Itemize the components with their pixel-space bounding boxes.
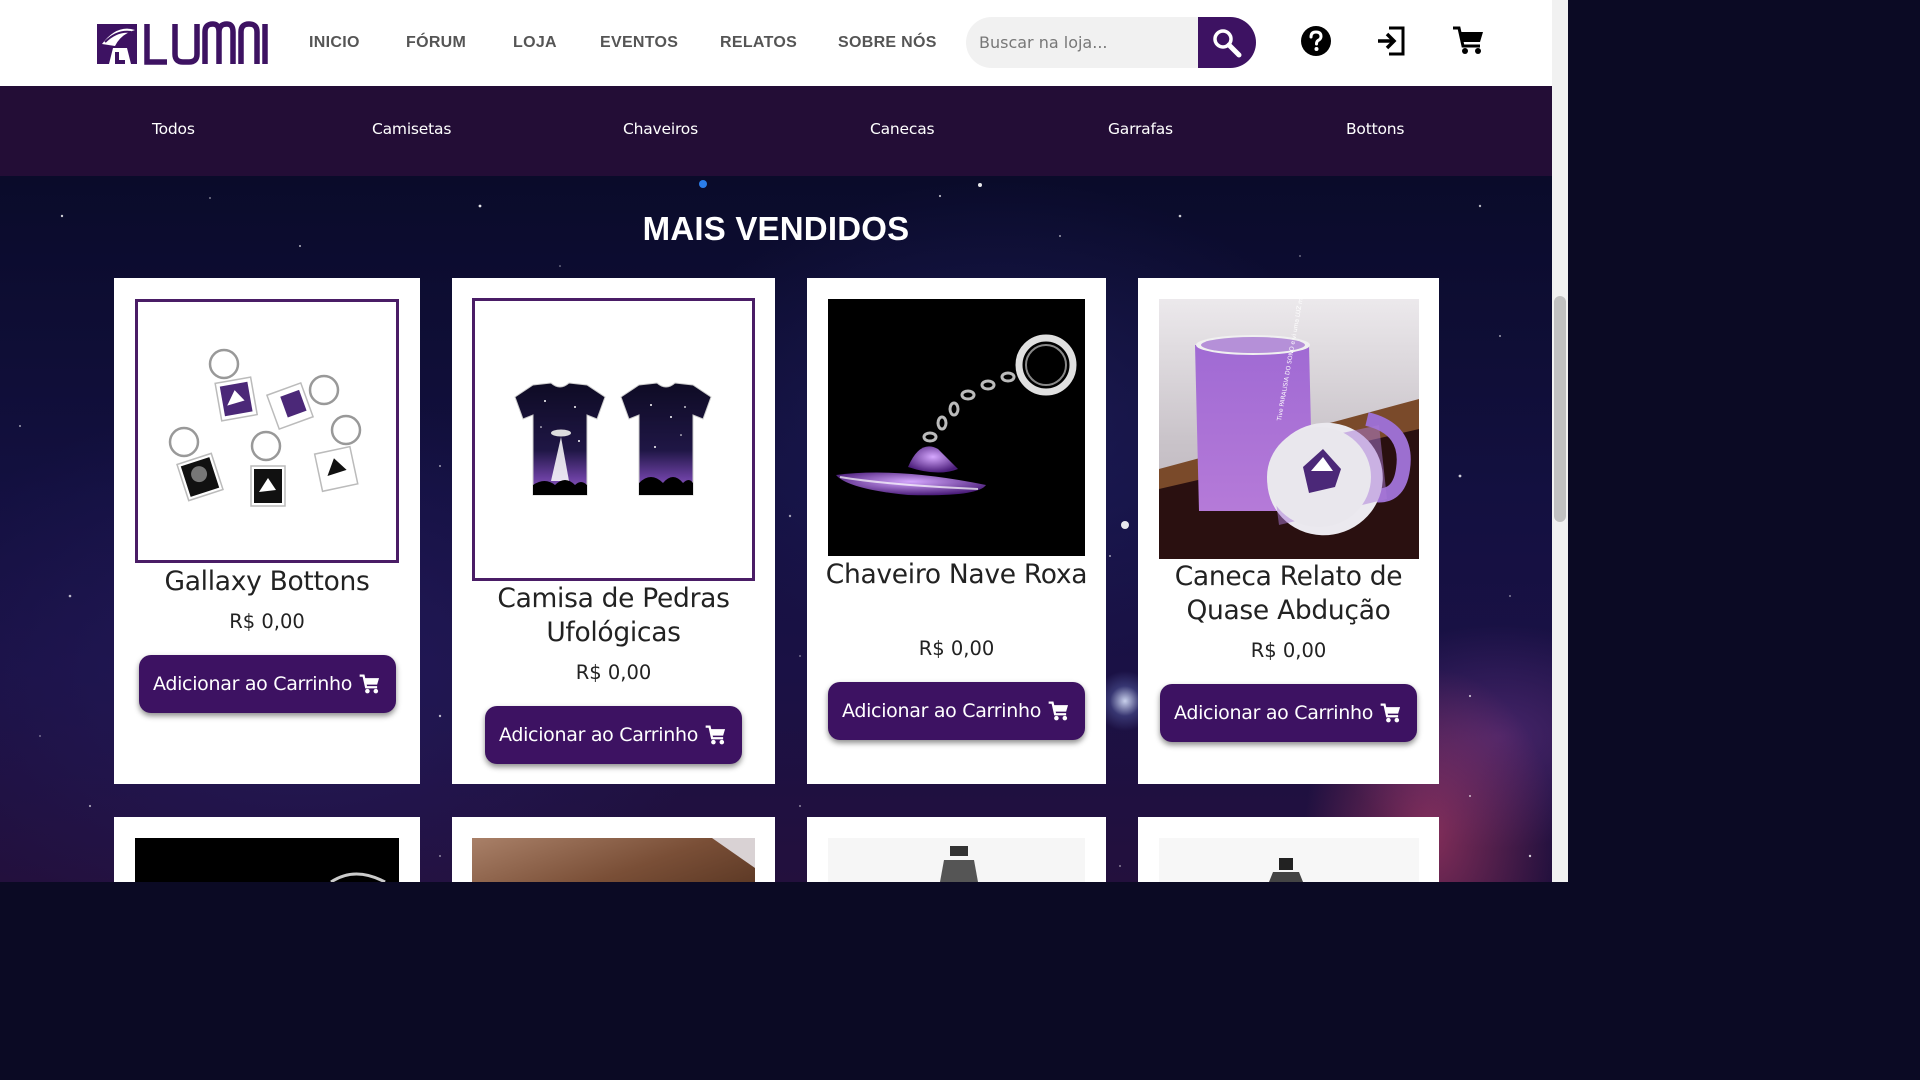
- top-navbar: INICIO FÓRUM LOJA EVENTOS RELATOS SOBRE …: [0, 0, 1552, 86]
- product-image[interactable]: [472, 298, 755, 581]
- search-button[interactable]: [1198, 17, 1256, 68]
- add-to-cart-button[interactable]: Adicionar ao Carrinho: [139, 655, 396, 713]
- bottle-image: [940, 846, 978, 882]
- add-to-cart-button[interactable]: Adicionar ao Carrinho: [1160, 684, 1417, 742]
- product-name[interactable]: Caneca Relato de Quase Abdução: [1138, 560, 1439, 628]
- nav-sobre-nos[interactable]: SOBRE NÓS: [838, 34, 937, 52]
- product-card: Gallaxy Bottons R$ 0,00 Adicionar ao Car…: [114, 278, 420, 784]
- product-image[interactable]: [135, 299, 399, 563]
- add-to-cart-label: Adicionar ao Carrinho: [841, 700, 1042, 722]
- category-bottons[interactable]: Bottons: [1346, 120, 1404, 138]
- nav-eventos[interactable]: EVENTOS: [600, 34, 678, 52]
- product-image[interactable]: [828, 299, 1085, 556]
- product-image[interactable]: [472, 838, 755, 882]
- category-camisetas[interactable]: Camisetas: [372, 120, 451, 138]
- ufo-keychain-image: [828, 299, 1085, 556]
- help-icon[interactable]: [1299, 24, 1333, 58]
- login-icon[interactable]: [1375, 24, 1409, 58]
- category-canecas[interactable]: Canecas: [870, 120, 935, 138]
- product-photo: [712, 838, 755, 868]
- product-card: [1138, 817, 1439, 882]
- product-image[interactable]: Tive PARALISIA DO SONO e vi uma LUZ me s…: [1159, 299, 1419, 559]
- product-image[interactable]: [828, 838, 1085, 882]
- carousel-indicator-dot[interactable]: [699, 180, 707, 188]
- product-name[interactable]: Gallaxy Bottons: [114, 565, 420, 599]
- product-price: R$ 0,00: [575, 661, 652, 684]
- product-image[interactable]: [135, 838, 399, 882]
- add-to-cart-label: Adicionar ao Carrinho: [498, 724, 699, 746]
- category-garrafas[interactable]: Garrafas: [1108, 120, 1173, 138]
- product-photo: [330, 872, 386, 882]
- scrollbar-thumb[interactable]: [1554, 296, 1566, 522]
- add-to-cart-button[interactable]: Adicionar ao Carrinho: [828, 682, 1085, 740]
- nav-relatos[interactable]: RELATOS: [720, 34, 797, 52]
- product-name[interactable]: Chaveiro Nave Roxa: [807, 558, 1106, 592]
- product-card: Camisa de Pedras Ufológicas R$ 0,00 Adic…: [452, 278, 775, 784]
- add-to-cart-button[interactable]: Adicionar ao Carrinho: [485, 706, 742, 764]
- product-price: R$ 0,00: [1250, 639, 1327, 662]
- category-chaveiros[interactable]: Chaveiros: [623, 120, 698, 138]
- category-bar: Todos Camisetas Chaveiros Canecas Garraf…: [0, 86, 1552, 176]
- section-title: MAIS VENDIDOS: [642, 210, 910, 247]
- search-icon: [1213, 29, 1242, 58]
- product-card: Chaveiro Nave Roxa R$ 0,00 Adicionar ao …: [807, 278, 1106, 784]
- product-image[interactable]: [1159, 838, 1419, 882]
- nav-loja[interactable]: LOJA: [513, 34, 557, 52]
- nav-inicio[interactable]: INICIO: [309, 34, 360, 52]
- keychains-image: [138, 302, 396, 560]
- cart-icon: [705, 725, 726, 745]
- lumni-logo[interactable]: [97, 20, 269, 66]
- cart-icon: [1048, 701, 1069, 721]
- category-todos[interactable]: Todos: [152, 120, 195, 138]
- add-to-cart-label: Adicionar ao Carrinho: [152, 673, 353, 695]
- add-to-cart-label: Adicionar ao Carrinho: [1173, 702, 1374, 724]
- cart-icon: [359, 674, 380, 694]
- cart-icon: [1380, 703, 1401, 723]
- product-name[interactable]: Camisa de Pedras Ufológicas: [452, 582, 775, 650]
- product-card: [452, 817, 775, 882]
- page-scrollbar[interactable]: [1552, 0, 1568, 882]
- tshirts-image: [475, 301, 752, 578]
- product-card: Tive PARALISIA DO SONO e vi uma LUZ me s…: [1138, 278, 1439, 784]
- product-price: R$ 0,00: [918, 637, 995, 660]
- product-card: [114, 817, 420, 882]
- bottle-image: [1269, 858, 1303, 882]
- product-price: R$ 0,00: [229, 610, 305, 633]
- product-card: [807, 817, 1106, 882]
- cart-icon[interactable]: [1452, 24, 1486, 58]
- search-input[interactable]: [966, 17, 1206, 68]
- mug-image: Tive PARALISIA DO SONO e vi uma LUZ me s…: [1159, 299, 1419, 559]
- store-search: [966, 17, 1256, 68]
- nav-forum[interactable]: FÓRUM: [406, 34, 466, 52]
